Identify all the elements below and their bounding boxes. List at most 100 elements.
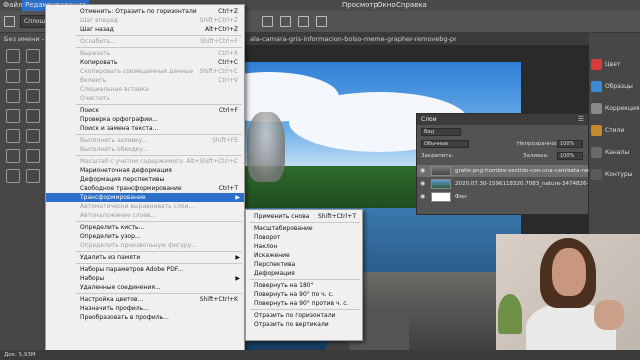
panel-tab-4[interactable]: Каналы [589, 143, 640, 163]
transform-menu-item[interactable]: Перспектива [246, 260, 362, 269]
tool-icon[interactable] [6, 89, 20, 103]
panel-tab-1[interactable]: Образцы [589, 77, 640, 97]
edit-menu-item[interactable]: Удаленные соединения... [46, 283, 244, 292]
tool-icon[interactable] [26, 49, 40, 63]
tool-icon[interactable] [6, 49, 20, 63]
tool-icon[interactable] [26, 129, 40, 143]
menu-3[interactable]: Окно [377, 1, 396, 9]
edit-menu-item[interactable]: Отменить: Отразить по горизонтали Ctrl+Z [46, 7, 244, 16]
tool-icon[interactable] [6, 129, 20, 143]
transform-menu-item[interactable]: Применить снова Shift+Ctrl+T [246, 212, 362, 221]
eye-icon[interactable]: ◉ [420, 193, 425, 200]
transform-menu-item[interactable]: Отразить по вертикали [246, 320, 362, 329]
tool-icon[interactable] [26, 149, 40, 163]
layer-row[interactable]: ◉ 2020.07.30-1596118320.7083_nature-3474… [417, 178, 601, 190]
menu-item-label: Выполнить обводку... [80, 146, 149, 153]
edit-menu-item[interactable]: Специальная вставка [46, 85, 244, 94]
edit-menu-item[interactable]: Проверка орфографии... [46, 115, 244, 124]
edit-menu-item[interactable]: Вырезать Ctrl+X [46, 49, 244, 58]
layer-row[interactable]: ◉ Фон [417, 191, 588, 203]
edit-menu-item[interactable]: Выполнить обводку... [46, 145, 244, 154]
edit-menu-item[interactable]: Настройка цветов... Shift+Ctrl+K [46, 295, 244, 304]
edit-menu-item[interactable]: Копировать Ctrl+C [46, 58, 244, 67]
menu-item-shortcut: Alt+Shift+Ctrl+C [186, 158, 238, 165]
edit-menu-item[interactable]: Назначить профиль... [46, 304, 244, 313]
edit-menu-item[interactable]: Деформация перспективы [46, 175, 244, 184]
fill-input[interactable]: 100% [557, 152, 583, 160]
edit-menu-item[interactable]: Шаг вперед Shift+Ctrl+Z [46, 16, 244, 25]
edit-menu-item[interactable]: Трансформирование ▶ [46, 193, 244, 202]
edit-menu-item[interactable]: Ослабить... Shift+Ctrl+F [46, 37, 244, 46]
blend-mode-select[interactable]: Обычные [421, 140, 469, 148]
transform-controls-icon[interactable] [280, 16, 291, 27]
arrange-icon[interactable] [316, 16, 327, 27]
transform-menu-item[interactable]: Наклон [246, 242, 362, 251]
panel-tab-5[interactable]: Контуры [589, 165, 640, 185]
tool-icon[interactable] [6, 109, 20, 123]
transform-menu-item[interactable]: Повернуть на 180° [246, 281, 362, 290]
tool-icon[interactable] [6, 69, 20, 83]
transform-menu-item[interactable]: Искажение [246, 251, 362, 260]
menu-2[interactable]: Просмотр [342, 1, 378, 9]
layer-row[interactable]: ◉ gratis-png-hombre-vestido-con-una-cami… [417, 165, 599, 177]
transform-menu-item[interactable]: Повернуть на 90° по ч. с. [246, 290, 362, 299]
submenu-arrow-icon: ▶ [235, 194, 240, 201]
panel-tab-3[interactable]: Стили [589, 121, 640, 141]
transform-menu-item[interactable]: Деформация [246, 269, 362, 278]
layer-filter-select[interactable]: Вид [421, 128, 461, 136]
edit-menu-item[interactable]: Определить кисть... [46, 223, 244, 232]
menu-item-label: Повернуть на 90° против ч. с. [254, 300, 349, 307]
transform-menu-item[interactable]: Поворот [246, 233, 362, 242]
edit-menu-item[interactable]: Определить узор... [46, 232, 244, 241]
edit-menu-item[interactable]: Преобразовать в профиль... [46, 313, 244, 322]
distribute-icon[interactable] [298, 16, 309, 27]
panel-menu-icon[interactable]: ☰ [578, 115, 584, 123]
menu-4[interactable]: Справка [396, 1, 427, 9]
menu-item-label: Шаг назад [80, 26, 114, 33]
transform-menu-item[interactable]: Отразить по горизонтали [246, 311, 362, 320]
tool-preset-icon[interactable] [4, 16, 15, 27]
tool-icon[interactable] [6, 169, 20, 183]
menu-item-label: Шаг вперед [80, 17, 118, 24]
edit-menu-item[interactable]: Поиск и замена текста... [46, 124, 244, 133]
edit-menu-item[interactable]: Выполнить заливку... Shift+F5 [46, 136, 244, 145]
edit-menu-item[interactable]: Скопировать совмещенные данные Shift+Ctrl… [46, 67, 244, 76]
tool-icon[interactable] [26, 89, 40, 103]
tool-icon[interactable] [6, 149, 20, 163]
tab-document-2[interactable]: ala-camara-gris-informacion-bolso-meme-g… [246, 33, 456, 45]
panel-tab-2[interactable]: Коррекция [589, 99, 640, 119]
layers-panel-header: Слои ☰ [417, 114, 588, 125]
edit-menu-item[interactable]: Свободное трансформирование Ctrl+T [46, 184, 244, 193]
panel-icon [591, 81, 602, 92]
panel-tab-0[interactable]: Цвет [589, 55, 640, 75]
opacity-input[interactable]: 100% [557, 140, 583, 148]
eye-icon[interactable]: ◉ [420, 180, 425, 187]
edit-menu-item[interactable]: Масштаб с учетом содержимого Alt+Shift+Ct… [46, 157, 244, 166]
edit-menu-item[interactable]: Поиск Ctrl+F [46, 106, 244, 115]
edit-menu-item[interactable]: Наборы ▶ [46, 274, 244, 283]
edit-menu-item[interactable]: Определить произвольную фигуру... [46, 241, 244, 250]
panel-label: Контуры [605, 171, 633, 178]
edit-menu-item[interactable]: Удалить из памяти ▶ [46, 253, 244, 262]
tool-icon[interactable] [26, 69, 40, 83]
menu-0[interactable]: Файл [3, 1, 22, 9]
transform-menu-item[interactable]: Повернуть на 90° против ч. с. [246, 299, 362, 308]
plant [498, 294, 522, 334]
edit-menu-item[interactable]: Автоналожение слоев... [46, 211, 244, 220]
align-icon[interactable] [262, 16, 273, 27]
transform-menu-item[interactable]: Масштабирование [246, 224, 362, 233]
eye-icon[interactable]: ◉ [420, 167, 425, 174]
layers-filter-row: Вид [417, 127, 588, 138]
tool-icon[interactable] [26, 169, 40, 183]
edit-menu-item[interactable]: Марионеточная деформация [46, 166, 244, 175]
menu-item-label: Настройка цветов... [80, 296, 144, 303]
menu-item-label: Наборы параметров Adobe PDF... [80, 266, 184, 273]
edit-menu-item[interactable]: Очистить [46, 94, 244, 103]
edit-menu-item[interactable]: Наборы параметров Adobe PDF... [46, 265, 244, 274]
edit-menu-item[interactable]: Автоматически выравнивать слои... [46, 202, 244, 211]
edit-menu-item[interactable]: Вклеить Ctrl+V [46, 76, 244, 85]
edit-menu-item[interactable]: Шаг назад Alt+Ctrl+Z [46, 25, 244, 34]
transform-submenu: Применить снова Shift+Ctrl+T Масштабирован… [245, 209, 363, 341]
tool-icon[interactable] [26, 109, 40, 123]
panel-label: Коррекция [605, 105, 640, 112]
